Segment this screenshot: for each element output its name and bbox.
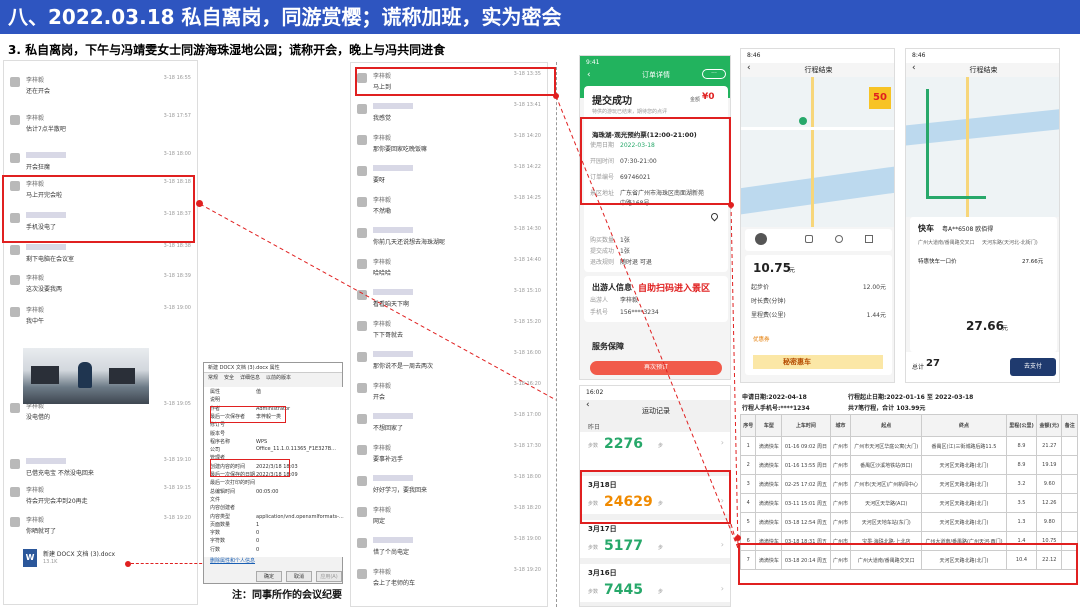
connector-line bbox=[555, 95, 739, 549]
connector-line bbox=[199, 203, 557, 401]
connector-dot bbox=[553, 93, 559, 99]
connector-dot bbox=[735, 535, 741, 541]
connector-line bbox=[730, 204, 739, 549]
connector-dot bbox=[728, 202, 734, 208]
connector-lines bbox=[199, 93, 741, 549]
